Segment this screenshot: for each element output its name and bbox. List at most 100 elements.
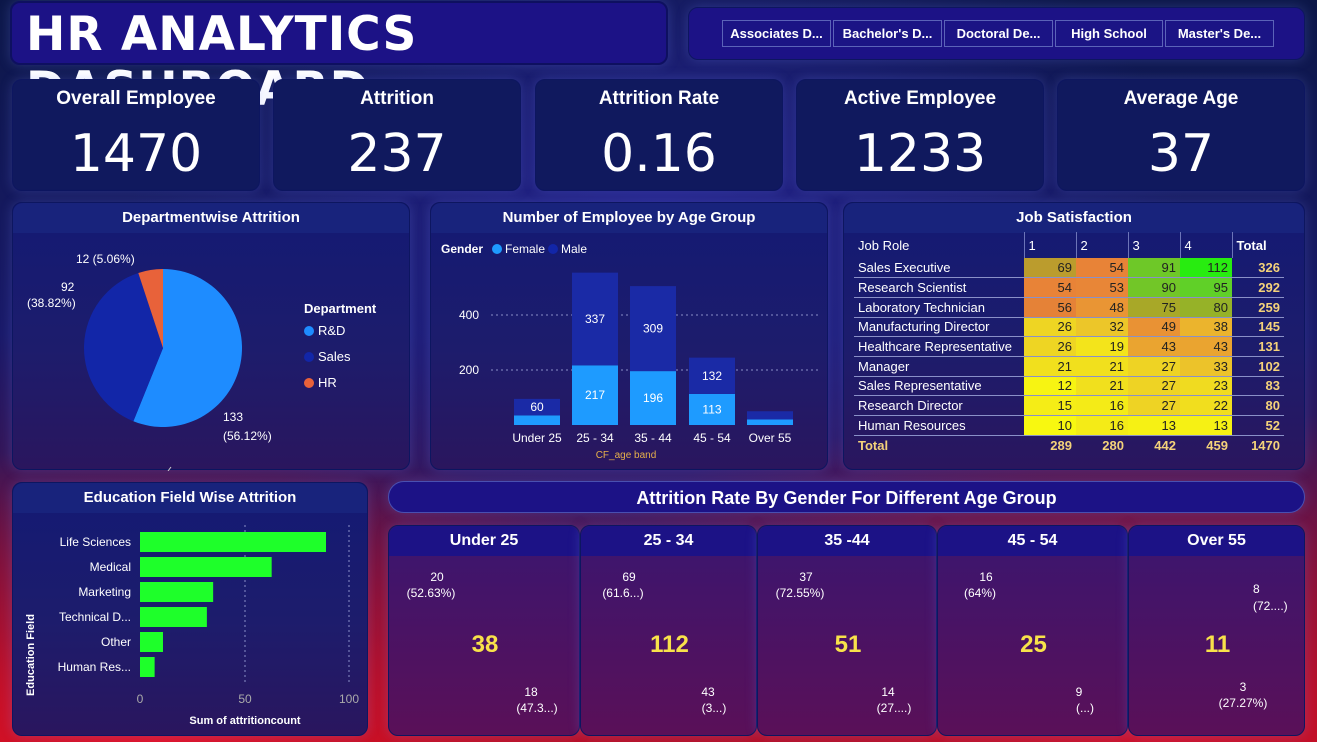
edu-category-label: Other bbox=[101, 635, 131, 649]
donut-center-value: 25 bbox=[1020, 631, 1047, 658]
legend-hr[interactable]: HR bbox=[318, 375, 337, 390]
table-row[interactable]: Laboratory Technician 56 48 75 80 259 bbox=[854, 297, 1284, 318]
edu-bar[interactable] bbox=[140, 582, 214, 602]
edu-bar[interactable] bbox=[140, 632, 163, 652]
edu-category-label: Marketing bbox=[78, 585, 131, 599]
edu-bar[interactable] bbox=[140, 607, 207, 627]
row-total-cell: 145 bbox=[1232, 317, 1284, 338]
satisfaction-cell: 16 bbox=[1076, 395, 1128, 416]
kpi-attrition: Attrition 237 bbox=[273, 79, 521, 191]
satisfaction-cell: 56 bbox=[1024, 297, 1076, 318]
gender-attrition-header: Attrition Rate By Gender For Different A… bbox=[388, 481, 1305, 513]
table-row[interactable]: Sales Representative 12 21 27 23 83 bbox=[854, 376, 1284, 397]
table-row[interactable]: Human Resources 10 16 13 13 52 bbox=[854, 415, 1284, 436]
slicer-high-school[interactable]: High School bbox=[1055, 20, 1163, 47]
donut-right-value: 3 bbox=[1240, 680, 1247, 694]
kpi-value: 1470 bbox=[69, 124, 203, 184]
satisfaction-cell: 75 bbox=[1128, 297, 1180, 318]
age-bar-chart: Gender Female Male 400 200 60 Under 25 337… bbox=[441, 242, 819, 461]
donut-chart: 25 16 (64%) 9 (...) bbox=[964, 570, 1094, 715]
bar-male[interactable] bbox=[747, 411, 793, 420]
header-total[interactable]: Total bbox=[1232, 232, 1284, 258]
table-row[interactable]: Healthcare Representative 26 19 43 43 131 bbox=[854, 336, 1284, 357]
header-2[interactable]: 2 bbox=[1076, 232, 1129, 258]
legend-female[interactable]: Female bbox=[505, 242, 545, 256]
kpi-label: Attrition bbox=[360, 88, 434, 109]
job-role-cell: Sales Representative bbox=[854, 376, 1024, 397]
header-job-role[interactable]: Job Role bbox=[854, 232, 1025, 258]
slicer-masters[interactable]: Master's De... bbox=[1165, 20, 1274, 47]
donut-left-pct: (64%) bbox=[964, 586, 996, 600]
header-1[interactable]: 1 bbox=[1024, 232, 1077, 258]
rd-slice-value: 133 bbox=[223, 410, 243, 424]
satisfaction-cell: 91 bbox=[1128, 258, 1180, 279]
job-role-cell: Sales Executive bbox=[854, 258, 1024, 279]
legend-female-dot bbox=[492, 244, 502, 254]
bar-label-male: 132 bbox=[702, 369, 722, 383]
satisfaction-cell: 26 bbox=[1024, 336, 1076, 357]
bar-label-male: 309 bbox=[643, 322, 663, 336]
satisfaction-cell: 27 bbox=[1128, 356, 1180, 377]
table-row[interactable]: Manufacturing Director 26 32 49 38 145 bbox=[854, 317, 1284, 338]
satisfaction-cell: 38 bbox=[1180, 317, 1232, 338]
kpi-value: 1233 bbox=[853, 124, 987, 184]
donut-center-value: 11 bbox=[1205, 631, 1230, 658]
legend-sales[interactable]: Sales bbox=[318, 349, 351, 364]
donut-left-pct: (72....) bbox=[1253, 599, 1288, 613]
total-cell: 459 bbox=[1180, 434, 1232, 455]
y-tick-400: 400 bbox=[459, 308, 479, 322]
bar-label-female: 113 bbox=[702, 402, 721, 416]
slicer-bachelors[interactable]: Bachelor's D... bbox=[833, 20, 942, 47]
table-row[interactable]: Sales Executive 69 54 91 112 326 bbox=[854, 258, 1284, 279]
hr-slice-label: 12 (5.06%) bbox=[76, 252, 135, 266]
donut-left-value: 37 bbox=[799, 570, 813, 584]
x-tick-100: 100 bbox=[339, 692, 359, 706]
rd-slice-pct: (56.12%) bbox=[223, 429, 272, 443]
table-row[interactable]: Research Director 15 16 27 22 80 bbox=[854, 395, 1284, 416]
job-role-cell: Manufacturing Director bbox=[854, 317, 1024, 338]
donut-right-value: 14 bbox=[881, 685, 895, 699]
kpi-label: Overall Employee bbox=[56, 88, 216, 109]
slicer-doctoral[interactable]: Doctoral De... bbox=[944, 20, 1053, 47]
edu-bar[interactable] bbox=[140, 557, 272, 577]
legend-rd[interactable]: R&D bbox=[318, 323, 345, 338]
edu-bar[interactable] bbox=[140, 657, 155, 677]
kpi-label: Average Age bbox=[1123, 88, 1239, 109]
edu-x-axis-label: Sum of attritioncount bbox=[189, 715, 301, 727]
total-cell: 289 bbox=[1024, 434, 1076, 455]
satisfaction-cell: 27 bbox=[1128, 395, 1180, 416]
table-row[interactable]: Research Scientist 54 53 90 95 292 bbox=[854, 277, 1284, 298]
header-4[interactable]: 4 bbox=[1180, 232, 1233, 258]
header-3[interactable]: 3 bbox=[1128, 232, 1181, 258]
dept-pie-slices[interactable] bbox=[84, 269, 243, 427]
bar-female[interactable] bbox=[514, 415, 560, 425]
edu-bars: Life Sciences Medical Marketing Technical D… bbox=[58, 532, 327, 677]
row-total-cell: 259 bbox=[1232, 297, 1284, 318]
bar-female[interactable] bbox=[747, 419, 793, 426]
job-role-cell: Laboratory Technician bbox=[854, 297, 1024, 318]
donut-right-pct: (...) bbox=[1076, 701, 1094, 715]
x-tick-50: 50 bbox=[238, 692, 252, 706]
table-body: Sales Executive 69 54 91 112 326 Research Scie… bbox=[854, 258, 1284, 455]
row-total-cell: 80 bbox=[1232, 395, 1284, 416]
table-header: Job Role 1 2 3 4 Total bbox=[854, 232, 1284, 258]
satisfaction-cell: 80 bbox=[1180, 297, 1232, 318]
edu-bar-chart: Education Field Life Sciences Medical Mark… bbox=[25, 525, 359, 727]
satisfaction-cell: 19 bbox=[1076, 336, 1128, 357]
edu-bar[interactable] bbox=[140, 532, 327, 552]
dept-legend-title: Department bbox=[304, 301, 377, 316]
age-category-label: 35 - 44 bbox=[634, 431, 672, 445]
donut-left-value: 69 bbox=[622, 570, 636, 584]
kpi-active-employee: Active Employee 1233 bbox=[796, 79, 1044, 191]
total-cell: Total bbox=[854, 434, 1024, 455]
table-row[interactable]: Manager 21 21 27 33 102 bbox=[854, 356, 1284, 377]
donut-left-pct: (72.55%) bbox=[776, 586, 825, 600]
donut-right-pct: (27.27%) bbox=[1219, 696, 1268, 710]
legend-male[interactable]: Male bbox=[561, 242, 587, 256]
slicer-associates[interactable]: Associates D... bbox=[722, 20, 831, 47]
donut-chart: 11 8 (72....) 3 (27.27%) bbox=[1205, 582, 1288, 710]
satisfaction-cell: 16 bbox=[1076, 415, 1128, 436]
satisfaction-cell: 12 bbox=[1024, 376, 1076, 397]
donut-right-pct: (3...) bbox=[702, 701, 727, 715]
y-tick-200: 200 bbox=[459, 363, 479, 377]
